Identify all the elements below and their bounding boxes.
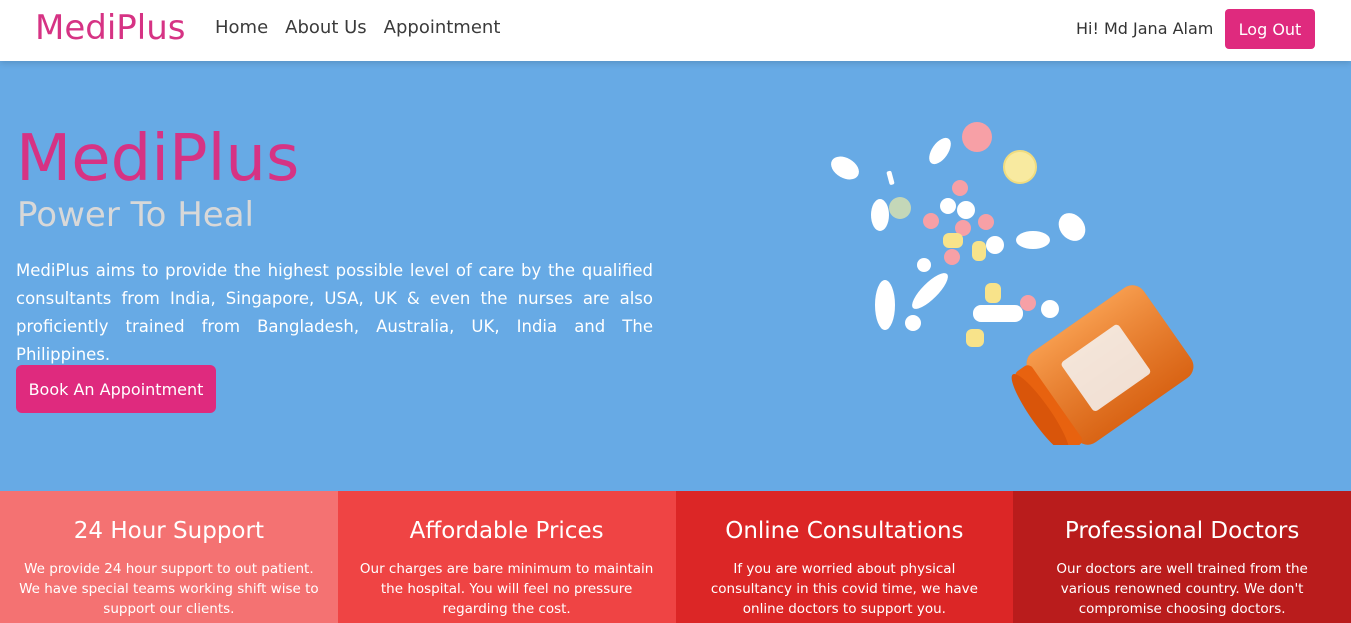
feature-doctors: Professional Doctors Our doctors are wel… xyxy=(1013,491,1351,623)
hero-subtitle: Power To Heal xyxy=(17,195,254,235)
logout-button[interactable]: Log Out xyxy=(1225,9,1315,49)
feature-text: Our doctors are well trained from the va… xyxy=(1056,561,1308,617)
feature-title: Online Consultations xyxy=(725,518,964,544)
hero-section: MediPlus Power To Heal MediPlus aims to … xyxy=(0,61,1351,491)
feature-title: Affordable Prices xyxy=(409,518,604,544)
book-appointment-button[interactable]: Book An Appointment xyxy=(16,365,216,413)
feature-title: Professional Doctors xyxy=(1064,518,1300,544)
feature-text: Our charges are bare minimum to maintain… xyxy=(359,561,654,617)
nav-links: Home About Us Appointment xyxy=(215,17,500,38)
navbar: MediPlus Home About Us Appointment Hi! M… xyxy=(0,0,1351,61)
brand-logo[interactable]: MediPlus xyxy=(35,8,186,48)
hero-description: MediPlus aims to provide the highest pos… xyxy=(16,261,653,364)
feature-support: 24 Hour Support We provide 24 hour suppo… xyxy=(0,491,338,623)
feature-text: We provide 24 hour support to out patien… xyxy=(19,561,319,617)
feature-prices: Affordable Prices Our charges are bare m… xyxy=(337,491,676,623)
hero-title: MediPlus xyxy=(16,122,300,196)
feature-online: Online Consultations If you are worried … xyxy=(675,491,1014,623)
nav-appointment-link[interactable]: Appointment xyxy=(384,17,501,38)
features-strip: 24 Hour Support We provide 24 hour suppo… xyxy=(0,491,1351,623)
nav-home-link[interactable]: Home xyxy=(215,17,268,38)
feature-title: 24 Hour Support xyxy=(73,518,264,544)
user-greeting: Hi! Md Jana Alam xyxy=(1076,19,1214,38)
nav-about-link[interactable]: About Us xyxy=(285,17,367,38)
feature-text: If you are worried about physical consul… xyxy=(710,561,978,617)
pills-bottle-illustration xyxy=(831,122,1194,445)
